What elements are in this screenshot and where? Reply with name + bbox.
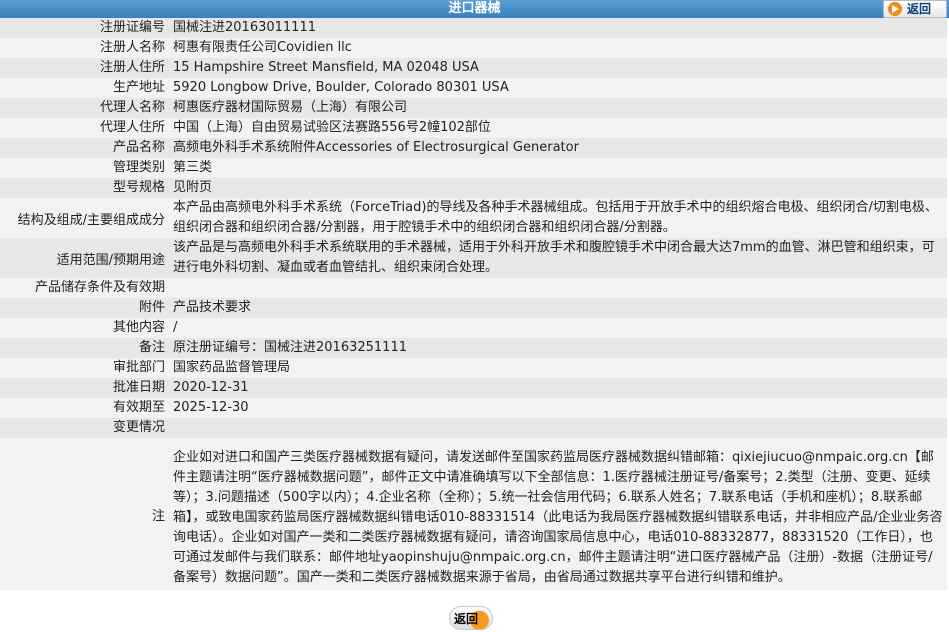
field-value (171, 418, 947, 438)
field-value: 见附页 (171, 178, 947, 198)
field-label: 代理人名称 (0, 98, 171, 118)
back-arrow-icon (888, 2, 902, 16)
detail-row: 审批部门 国家药品监督管理局 (0, 358, 947, 378)
back-button-label: 返回 (907, 2, 932, 16)
detail-row: 结构及组成/主要组成成分 本产品由高频电外科手术系统（ForceTriad)的导线… (0, 198, 947, 238)
field-value: 产品技术要求 (171, 298, 947, 318)
detail-row: 注册人住所 15 Hampshire Street Mansfield, MA 0… (0, 58, 947, 78)
detail-row: 备注 原注册证编号：国械注进20163251111 (0, 338, 947, 358)
field-label: 结构及组成/主要组成成分 (0, 198, 171, 238)
field-value: 5920 Longbow Drive, Boulder, Colorado 80… (171, 78, 947, 98)
detail-row: 批准日期 2020-12-31 (0, 378, 947, 398)
field-value: 第三类 (171, 158, 947, 178)
field-value: 柯惠有限责任公司Covidien llc (171, 38, 947, 58)
field-label: 批准日期 (0, 378, 171, 398)
field-value: 15 Hampshire Street Mansfield, MA 02048 … (171, 58, 947, 78)
field-label: 注册证编号 (0, 18, 171, 38)
page-title: 进口器械 (448, 1, 501, 16)
field-value: 2025-12-30 (171, 398, 947, 418)
detail-table: 注册证编号 国械注进20163011111 注册人名称 柯惠有限责任公司Covidie… (0, 18, 947, 590)
field-label: 生产地址 (0, 78, 171, 98)
field-value: 国家药品监督管理局 (171, 358, 947, 378)
detail-row: 型号规格 见附页 (0, 178, 947, 198)
detail-row: 产品名称 高频电外科手术系统附件Accessories of Electrosur… (0, 138, 947, 158)
field-label: 备注 (0, 338, 171, 358)
back-button-top[interactable]: 返回 (883, 0, 947, 18)
detail-row: 附件 产品技术要求 (0, 298, 947, 318)
detail-row: 变更情况 (0, 418, 947, 438)
detail-row: 生产地址 5920 Longbow Drive, Boulder, Colorad… (0, 78, 947, 98)
field-label: 代理人住所 (0, 118, 171, 138)
field-label: 变更情况 (0, 418, 171, 438)
field-label: 注 (0, 438, 171, 590)
detail-row: 其他内容 / (0, 318, 947, 338)
field-label: 审批部门 (0, 358, 171, 378)
detail-row: 有效期至 2025-12-30 (0, 398, 947, 418)
field-value: 企业如对进口和国产三类医疗器械数据有疑问，请发送邮件至国家药监局医疗器械数据纠错… (171, 438, 947, 590)
field-label: 管理类别 (0, 158, 171, 178)
detail-row: 注企业如对进口和国产三类医疗器械数据有疑问，请发送邮件至国家药监局医疗器械数据纠… (0, 438, 947, 590)
field-label: 注册人住所 (0, 58, 171, 78)
field-value: 本产品由高频电外科手术系统（ForceTriad)的导线及各种手术器械组成。包括… (171, 198, 947, 238)
field-label: 型号规格 (0, 178, 171, 198)
back-button-bottom[interactable]: 返回 (449, 606, 493, 630)
back-button-bottom-label: 返回 (454, 612, 479, 626)
field-value: / (171, 318, 947, 338)
field-value (171, 278, 947, 298)
detail-row: 管理类别 第三类 (0, 158, 947, 178)
field-label: 产品储存条件及有效期 (0, 278, 171, 298)
field-value: 该产品是与高频电外科手术系统联用的手术器械，适用于外科开放手术和腹腔镜手术中闭合… (171, 238, 947, 278)
field-value: 2020-12-31 (171, 378, 947, 398)
field-value: 原注册证编号：国械注进20163251111 (171, 338, 947, 358)
detail-row: 适用范围/预期用途 该产品是与高频电外科手术系统联用的手术器械，适用于外科开放手术… (0, 238, 947, 278)
field-label: 产品名称 (0, 138, 171, 158)
field-label: 适用范围/预期用途 (0, 238, 171, 278)
detail-row: 产品储存条件及有效期 (0, 278, 947, 298)
field-label: 注册人名称 (0, 38, 171, 58)
detail-row: 注册人名称 柯惠有限责任公司Covidien llc (0, 38, 947, 58)
field-label: 其他内容 (0, 318, 171, 338)
field-label: 有效期至 (0, 398, 171, 418)
field-label: 附件 (0, 298, 171, 318)
title-bar: 进口器械 返回 (0, 0, 949, 18)
detail-row: 代理人名称 柯惠医疗器材国际贸易（上海）有限公司 (0, 98, 947, 118)
field-value: 国械注进20163011111 (171, 18, 947, 38)
field-value: 高频电外科手术系统附件Accessories of Electrosurgica… (171, 138, 947, 158)
field-value: 中国（上海）自由贸易试验区法赛路556号2幢102部位 (171, 118, 947, 138)
detail-row: 注册证编号 国械注进20163011111 (0, 18, 947, 38)
detail-row: 代理人住所 中国（上海）自由贸易试验区法赛路556号2幢102部位 (0, 118, 947, 138)
field-value: 柯惠医疗器材国际贸易（上海）有限公司 (171, 98, 947, 118)
